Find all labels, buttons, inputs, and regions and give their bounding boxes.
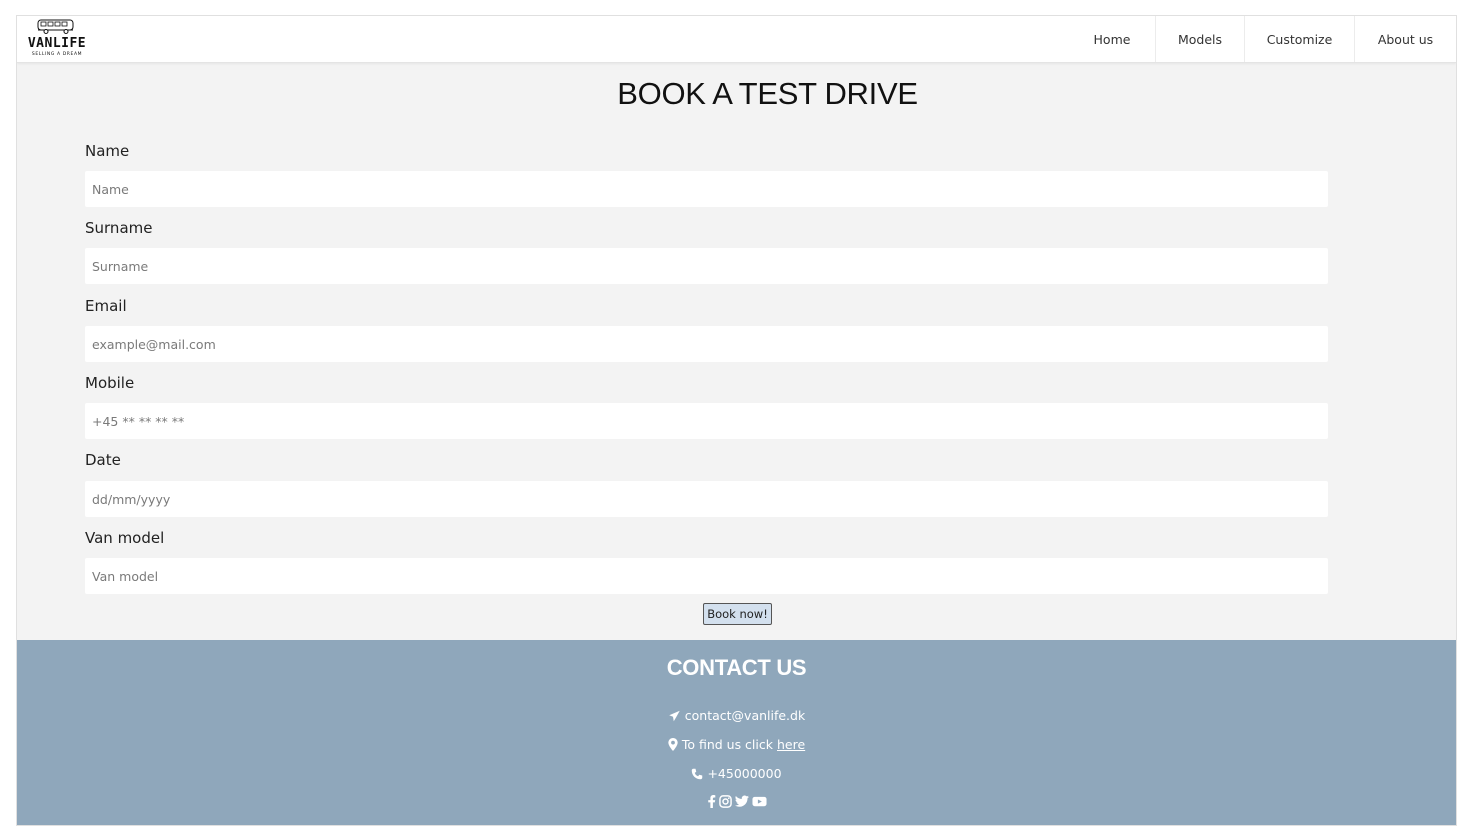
facebook-icon[interactable] bbox=[707, 795, 716, 808]
contact-location: To find us click here bbox=[17, 737, 1456, 752]
page-frame: VANLIFE SELLING A DREAM Home Models Cust… bbox=[16, 15, 1457, 826]
youtube-icon[interactable] bbox=[751, 795, 767, 808]
van-model-label: Van model bbox=[85, 529, 165, 547]
nav-models[interactable]: Models bbox=[1155, 16, 1244, 62]
twitter-icon[interactable] bbox=[734, 795, 749, 808]
brand-tagline: SELLING A DREAM bbox=[31, 52, 83, 57]
contact-phone: +45000000 bbox=[17, 766, 1456, 781]
logo[interactable]: VANLIFE SELLING A DREAM bbox=[19, 17, 95, 61]
surname-label: Surname bbox=[85, 219, 153, 237]
contact-email: contact@vanlife.dk bbox=[17, 708, 1456, 723]
email-text[interactable]: contact@vanlife.dk bbox=[685, 708, 805, 723]
nav-links: Home Models Customize About us bbox=[1069, 16, 1456, 62]
social-links bbox=[17, 795, 1456, 808]
nav-customize[interactable]: Customize bbox=[1244, 16, 1354, 62]
name-label: Name bbox=[85, 142, 130, 160]
instagram-icon[interactable] bbox=[718, 795, 732, 808]
phone-text[interactable]: +45000000 bbox=[707, 766, 781, 781]
van-model-input[interactable] bbox=[85, 558, 1328, 594]
find-us-link[interactable]: here bbox=[777, 737, 805, 752]
paper-plane-icon bbox=[669, 710, 680, 721]
date-input[interactable] bbox=[85, 481, 1328, 517]
email-label: Email bbox=[85, 297, 127, 315]
mobile-label: Mobile bbox=[85, 374, 135, 392]
footer-title: CONTACT US bbox=[666, 655, 807, 680]
nav-about-us[interactable]: About us bbox=[1354, 16, 1456, 62]
navbar: VANLIFE SELLING A DREAM Home Models Cust… bbox=[17, 16, 1456, 63]
find-us-text: To find us click bbox=[681, 737, 773, 752]
date-label: Date bbox=[85, 451, 121, 469]
book-now-button[interactable]: Book now! bbox=[703, 603, 772, 625]
phone-icon bbox=[692, 768, 703, 779]
van-icon bbox=[37, 19, 74, 34]
brand-name: VANLIFE bbox=[27, 36, 87, 51]
map-marker-icon bbox=[668, 738, 678, 751]
name-input[interactable] bbox=[85, 171, 1328, 207]
page-title: BOOK A TEST DRIVE bbox=[617, 76, 918, 111]
email-input[interactable] bbox=[85, 326, 1328, 362]
surname-input[interactable] bbox=[85, 248, 1328, 284]
mobile-input[interactable] bbox=[85, 403, 1328, 439]
footer: CONTACT US contact@vanlife.dk To find us… bbox=[17, 640, 1456, 825]
nav-home[interactable]: Home bbox=[1069, 16, 1155, 62]
